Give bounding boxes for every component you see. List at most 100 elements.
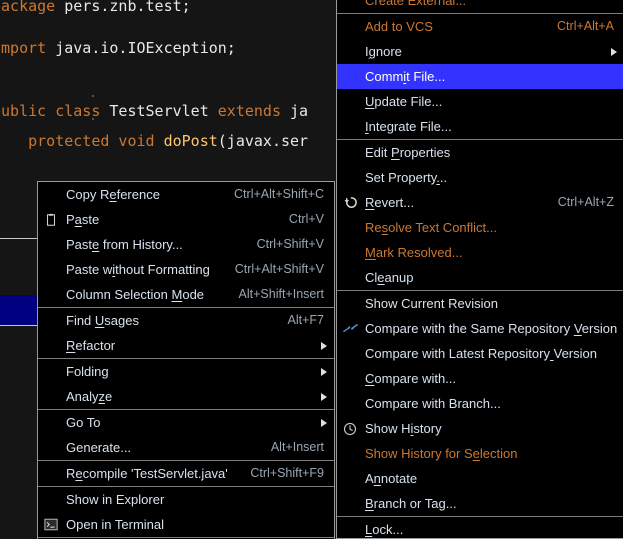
terminal-icon [43,517,59,533]
menu-item-label: Go To [66,415,101,430]
menu-item-label: Show History [365,421,442,436]
menu-item-integrate-file[interactable]: Integrate File... [337,114,623,139]
menu-item-mark-resolved[interactable]: Mark Resolved... [337,240,623,265]
menu-item-label: Show in Explorer [66,492,165,507]
menu-item-label: Edit Properties [365,145,451,160]
menu-item-show-in-explorer[interactable]: Show in Explorer [38,487,334,512]
menu-item-label: Resolve Text Conflict... [365,220,497,235]
menu-item-recompile-testservlet-java[interactable]: Recompile 'TestServlet.java' Ctrl+Shift+F… [38,461,334,486]
menu-item-label: Compare with... [365,371,457,386]
code-token: import [0,39,47,57]
menu-item-label: Create External... [365,0,467,8]
menu-item-label: Generate... [66,440,132,455]
menu-item-copy-reference[interactable]: Copy Reference Ctrl+Alt+Shift+C [38,182,334,207]
code-token: java.io.IOException; [46,39,236,57]
menu-item-add-to-vcs[interactable]: Add to VCS Ctrl+Alt+A [337,14,623,39]
menu-item-label: Lock... [365,522,404,537]
code-line: public class TestServlet extends ja [0,101,308,122]
menu-item-label: Compare with Branch... [365,396,501,411]
clock-icon [342,421,358,437]
menu-item-commit-file[interactable]: Commit File... [337,64,623,89]
editor-selection-highlight [0,295,37,325]
menu-item-label: Set Property... [365,170,448,185]
menu-item-revert[interactable]: Revert... Ctrl+Alt+Z [337,190,623,215]
menu-item-shortcut: Ctrl+Alt+Shift+V [234,262,324,276]
menu-item-lock[interactable]: Lock... [337,517,623,538]
menu-item-compare-with[interactable]: Compare with... [337,366,623,391]
menu-item-label: Folding [66,364,109,379]
menu-item-cleanup[interactable]: Cleanup [337,265,623,290]
gutter-mark [92,118,94,120]
code-line: import java.io.IOException; [0,38,236,59]
menu-item-label: Paste from History... [66,237,183,252]
menu-item-label: Compare with Latest Repository Version [365,346,597,361]
menu-item-paste-without-formatting[interactable]: Paste without Formatting Ctrl+Alt+Shift+V [38,257,334,282]
menu-item-label: Recompile 'TestServlet.java' [66,466,228,481]
menu-item-shortcut: Ctrl+Shift+V [256,237,324,251]
menu-item-show-history-for-selection[interactable]: Show History for Selection [337,441,623,466]
menu-item-label: Show Current Revision [365,296,498,311]
menu-item-go-to[interactable]: Go To [38,410,334,435]
menu-item-label: Revert... [365,195,415,210]
submenu-arrow-icon [321,341,327,350]
menu-item-open-in-terminal[interactable]: Open in Terminal [38,512,334,537]
menu-item-resolve-text-conflict[interactable]: Resolve Text Conflict... [337,215,623,240]
clipboard-icon [43,212,59,228]
menu-item-label: Show History for Selection [365,446,518,461]
menu-item-show-history[interactable]: Show History [337,416,623,441]
code-line: protected void doPost(javax.ser [0,131,308,152]
menu-item-label: Open in Terminal [66,517,165,532]
gutter-mark [92,95,94,97]
menu-item-shortcut: Ctrl+V [288,212,324,226]
code-token: doPost [163,132,218,150]
submenu-arrow-icon [611,47,617,56]
menu-item-label: Annotate [365,471,418,486]
menu-item-label: Update File... [365,94,443,109]
menu-item-ignore[interactable]: Ignore [337,39,623,64]
compare-icon [342,321,358,337]
menu-item-set-property[interactable]: Set Property... [337,165,623,190]
menu-item-branch-or-tag[interactable]: Branch or Tag... [337,491,623,516]
menu-item-paste[interactable]: Paste Ctrl+V [38,207,334,232]
menu-item-compare-with-branch[interactable]: Compare with Branch... [337,391,623,416]
menu-item-shortcut: Ctrl+Shift+F9 [250,466,324,480]
menu-item-label: Commit File... [365,69,446,84]
menu-item-label: Compare with the Same Repository Version [365,321,618,336]
code-line: package pers.znb.test; [0,0,191,17]
editor-context-menu[interactable]: Copy Reference Ctrl+Alt+Shift+C Paste Ctrl+… [37,181,335,539]
menu-item-paste-from-history[interactable]: Paste from History... Ctrl+Shift+V [38,232,334,257]
revert-icon [342,195,358,211]
code-token: public class [0,102,101,120]
menu-item-annotate[interactable]: Annotate [337,466,623,491]
menu-item-shortcut: Ctrl+Alt+Shift+C [234,187,324,201]
code-token: (javax.ser [217,132,309,150]
code-token: protected void [0,132,155,150]
menu-item-find-usages[interactable]: Find Usages Alt+F7 [38,308,334,333]
menu-item-label: Paste [66,212,100,227]
submenu-arrow-icon [321,392,327,401]
menu-item-folding[interactable]: Folding [38,359,334,384]
menu-item-label: Add to VCS [365,19,433,34]
menu-item-compare-with-the-same-repository-version[interactable]: Compare with the Same Repository Version [337,316,623,341]
menu-item-compare-with-latest-repository-version[interactable]: Compare with Latest Repository Version [337,341,623,366]
menu-item-generate[interactable]: Generate... Alt+Insert [38,435,334,460]
menu-item-edit-properties[interactable]: Edit Properties [337,140,623,165]
menu-item-refactor[interactable]: Refactor [38,333,334,358]
menu-item-analyze[interactable]: Analyze [38,384,334,409]
menu-item-shortcut: Ctrl+Alt+Z [557,195,614,209]
code-token: package [0,0,56,15]
subversion-submenu[interactable]: Create External... Add to VCS Ctrl+Alt+A Ig… [336,0,623,539]
menu-item-show-current-revision[interactable]: Show Current Revision [337,291,623,316]
menu-item-label: Ignore [365,44,402,59]
menu-item-label: Analyze [66,389,113,404]
menu-item-update-file[interactable]: Update File... [337,89,623,114]
menu-item-column-selection-mode[interactable]: Column Selection Mode Alt+Shift+Insert [38,282,334,307]
menu-item-shortcut: Alt+Shift+Insert [238,287,324,301]
menu-item-label: Integrate File... [365,119,452,134]
menu-item-create-external[interactable]: Create External... [337,0,623,13]
menu-item-shortcut: Alt+Insert [270,440,324,454]
code-token: TestServlet [100,102,218,120]
editor-divider [0,238,37,239]
menu-item-label: Refactor [66,338,116,353]
